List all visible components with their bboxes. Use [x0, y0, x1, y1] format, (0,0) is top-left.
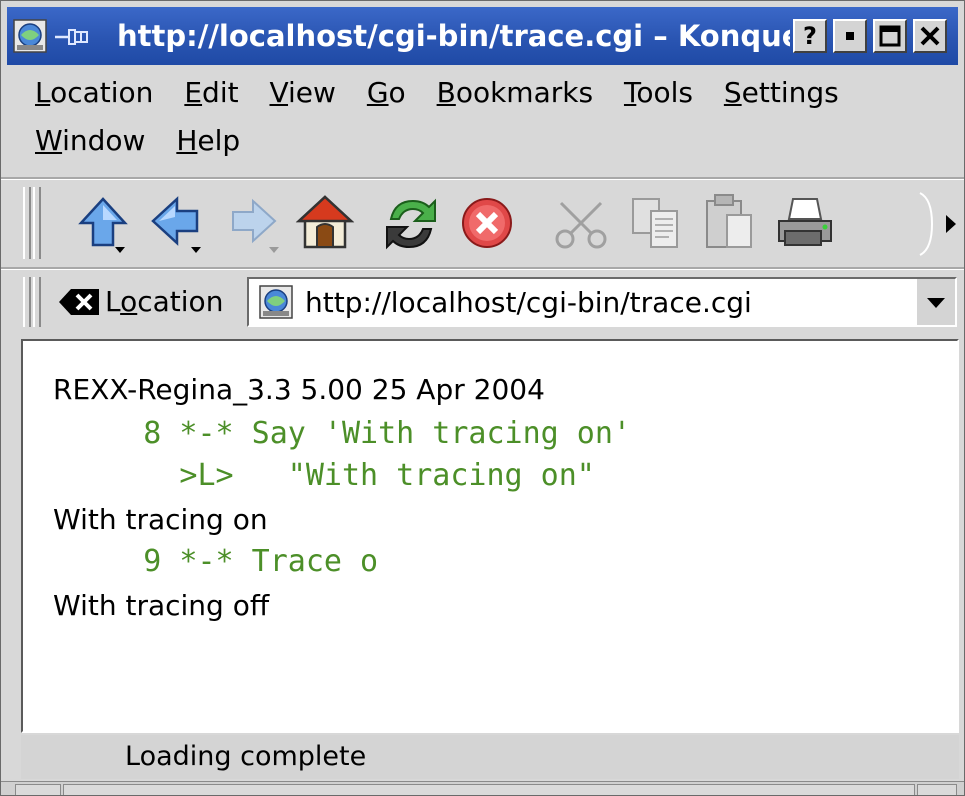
cut-button[interactable]	[551, 189, 611, 259]
trace-line: 9 *-* Trace o	[53, 544, 379, 579]
up-arrow-icon	[78, 197, 128, 253]
print-button[interactable]	[775, 189, 835, 259]
back-button[interactable]	[147, 189, 207, 259]
up-button[interactable]	[73, 189, 133, 259]
maximize-icon	[879, 25, 901, 47]
konqueror-app-icon[interactable]	[13, 19, 47, 53]
forward-button[interactable]	[223, 189, 283, 259]
location-toolbar-handle-2[interactable]	[33, 277, 41, 327]
output-line-header: REXX-Regina_3.3 5.00 25 Apr 2004	[53, 373, 545, 406]
konqueror-window: http://localhost/cgi-bin/trace.cgi – Kon…	[0, 0, 965, 796]
page-content[interactable]: REXX-Regina_3.3 5.00 25 Apr 2004 8 *-* S…	[21, 339, 959, 733]
paste-icon	[706, 194, 752, 248]
stop-button[interactable]	[457, 189, 517, 259]
close-icon	[920, 26, 940, 46]
clear-location-icon[interactable]	[57, 287, 101, 317]
menu-separator	[1, 177, 964, 180]
chevron-down-icon	[927, 298, 945, 308]
output-line: With tracing on	[53, 503, 268, 536]
output-line: With tracing off	[53, 589, 270, 622]
close-button[interactable]	[913, 19, 947, 53]
resize-grip-right[interactable]	[917, 784, 957, 795]
resize-grip-left[interactable]	[15, 784, 61, 795]
chevron-right-icon	[946, 215, 956, 233]
print-icon	[778, 198, 832, 246]
forward-arrow-icon	[232, 198, 279, 253]
help-button[interactable]: ?	[793, 19, 827, 53]
status-bar: Loading complete	[21, 735, 959, 779]
window-title: http://localhost/cgi-bin/trace.cgi – Kon…	[117, 19, 790, 53]
menu-bar: Location Edit View Go Bookmarks Tools Se…	[13, 69, 953, 175]
menu-location[interactable]: Location	[35, 71, 153, 115]
copy-icon	[632, 198, 678, 248]
minimize-button[interactable]	[833, 19, 867, 53]
back-arrow-icon	[151, 196, 201, 253]
trace-line: 8 *-* Say 'With tracing on'	[53, 416, 631, 451]
reload-button[interactable]	[381, 189, 441, 259]
title-bar[interactable]: http://localhost/cgi-bin/trace.cgi – Kon…	[7, 7, 958, 65]
toolbar-handle-2[interactable]	[33, 187, 41, 259]
location-toolbar-handle[interactable]	[23, 277, 31, 327]
menu-settings[interactable]: Settings	[724, 71, 839, 115]
pin-icon[interactable]	[53, 26, 93, 48]
location-dropdown-button[interactable]	[915, 279, 955, 325]
location-input[interactable]	[305, 279, 885, 325]
toolbar-handle[interactable]	[23, 187, 31, 259]
paste-button[interactable]	[699, 189, 759, 259]
stop-icon	[462, 198, 512, 248]
location-toolbar: Location	[1, 269, 964, 335]
help-label: ?	[803, 22, 817, 50]
bottom-resize-strip[interactable]	[1, 781, 964, 795]
minimize-icon	[846, 32, 854, 40]
toolbar-more-button[interactable]	[916, 191, 962, 257]
status-text: Loading complete	[125, 741, 367, 772]
home-button[interactable]	[295, 189, 355, 259]
page-favicon-icon	[259, 285, 293, 319]
menu-tools[interactable]: Tools	[624, 71, 693, 115]
maximize-button[interactable]	[873, 19, 907, 53]
trace-line: >L> "With tracing on"	[53, 458, 595, 493]
location-label: Location	[105, 285, 224, 318]
main-toolbar	[1, 181, 964, 267]
reload-icon	[386, 198, 436, 250]
cut-icon	[555, 201, 607, 249]
menu-view[interactable]: View	[269, 71, 335, 115]
menu-edit[interactable]: Edit	[184, 71, 238, 115]
location-combobox[interactable]	[247, 277, 957, 327]
menu-row-1: Location Edit View Go Bookmarks Tools Se…	[35, 71, 861, 115]
resize-grip-middle[interactable]	[63, 784, 915, 795]
copy-button[interactable]	[625, 189, 685, 259]
menu-help[interactable]: Help	[176, 119, 240, 163]
menu-go[interactable]: Go	[367, 71, 406, 115]
home-icon	[295, 195, 355, 249]
menu-window[interactable]: Window	[35, 119, 145, 163]
menu-row-2: Window Help	[35, 119, 262, 163]
menu-bookmarks[interactable]: Bookmarks	[437, 71, 593, 115]
